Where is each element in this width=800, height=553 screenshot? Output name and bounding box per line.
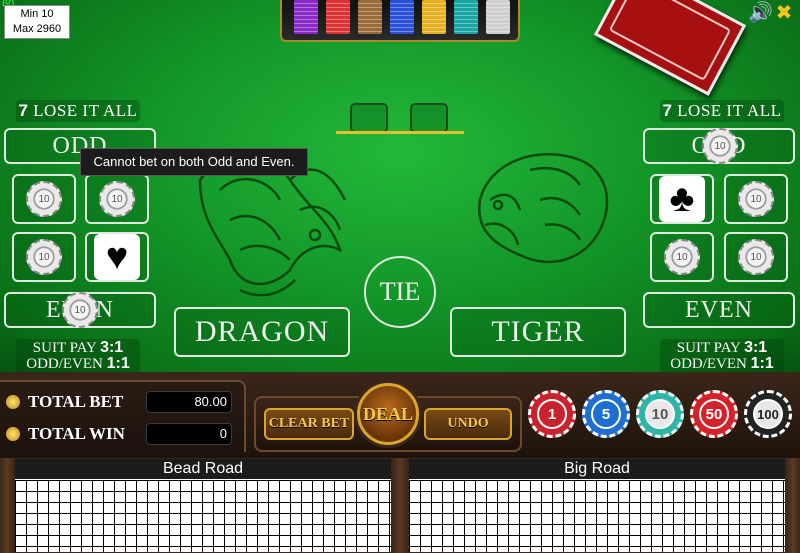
chip-stack: [390, 0, 414, 34]
coin-icon: [6, 395, 20, 409]
placed-chip: 10: [26, 239, 62, 275]
big-road-title: Big Road: [409, 459, 785, 479]
game-table: 60 Min 10 Max 2960 🔊 ✖: [0, 0, 800, 380]
odd-even-pay-label: ODD/EVEN: [26, 356, 103, 372]
payout-info-left: SUIT PAY 3:1 ODD/EVEN 1:1: [16, 339, 140, 373]
even-bet-right[interactable]: EVEN: [643, 292, 795, 328]
chip-stack: [358, 0, 382, 34]
placed-chip: 10: [62, 292, 98, 328]
dragon-label: DRAGON: [194, 315, 330, 348]
chip-stack: [486, 0, 510, 34]
suit-pay-label: SUIT PAY: [676, 340, 741, 356]
bead-road-title: Bead Road: [15, 459, 391, 479]
placed-chip: 10: [702, 128, 738, 164]
lose-all-label: LOSE IT ALL: [677, 101, 782, 120]
wood-frame: [392, 458, 408, 553]
payout-info-right: SUIT PAY 3:1 ODD/EVEN 1:1: [660, 339, 784, 373]
speaker-icon[interactable]: 🔊: [748, 1, 773, 25]
heart-icon: ♥: [94, 234, 140, 280]
suit-bet-club[interactable]: ♣: [650, 174, 714, 224]
chip-stack: [294, 0, 318, 34]
chip-5-button[interactable]: 5: [582, 390, 630, 438]
chip-tray: [280, 0, 520, 42]
tiger-label: TIGER: [491, 315, 585, 348]
odd-even-pay-value: 1:1: [106, 355, 130, 372]
even-label: EVEN: [685, 297, 753, 323]
chip-stack: [454, 0, 478, 34]
total-bet-label: TOTAL BET: [4, 390, 144, 414]
undo-button[interactable]: UNDO: [424, 408, 512, 440]
bead-road: Bead Road: [14, 458, 392, 553]
total-win-label: TOTAL WIN: [4, 422, 144, 446]
clear-bet-button[interactable]: CLEAR BET: [264, 408, 354, 440]
slot-rail: [336, 131, 464, 134]
wood-frame: [786, 458, 800, 553]
chip-50-button[interactable]: 50: [690, 390, 738, 438]
lose-all-left[interactable]: 7 LOSE IT ALL: [16, 100, 140, 122]
placed-chip: 10: [738, 239, 774, 275]
chip-stack: [326, 0, 350, 34]
coin-icon: [6, 427, 20, 441]
suit-pay-value: 3:1: [744, 339, 768, 356]
min-limit: Min 10: [20, 8, 54, 20]
total-win-value: 0: [146, 423, 232, 445]
placed-chip: 10: [99, 181, 135, 217]
suit-pay-value: 3:1: [100, 339, 124, 356]
bet-limits: Min 10 Max 2960: [4, 5, 70, 39]
chip-10-button[interactable]: 10: [636, 390, 684, 438]
card-deck: [593, 0, 747, 96]
tie-bet[interactable]: TIE: [364, 256, 436, 328]
close-icon[interactable]: ✖: [772, 1, 796, 25]
lose-all-number: 7: [662, 101, 673, 120]
lose-all-right[interactable]: 7 LOSE IT ALL: [660, 100, 784, 122]
wood-frame: [0, 458, 14, 553]
placed-chip: 10: [664, 239, 700, 275]
odd-even-pay-value: 1:1: [750, 355, 774, 372]
deal-button[interactable]: DEAL: [357, 383, 419, 445]
odd-even-pay-label: ODD/EVEN: [670, 356, 747, 372]
placed-chip: 10: [26, 181, 62, 217]
total-bet-value: 80.00: [146, 391, 232, 413]
tiger-card-slot: [410, 103, 448, 133]
tie-label: TIE: [379, 277, 421, 306]
totals-panel: TOTAL BET 80.00 TOTAL WIN 0: [0, 380, 246, 452]
tooltip: Cannot bet on both Odd and Even.: [80, 148, 308, 176]
lose-all-number: 7: [18, 101, 29, 120]
dragon-card-slot: [350, 103, 388, 133]
max-limit: Max 2960: [12, 23, 62, 35]
big-road: Big Road: [408, 458, 786, 553]
suit-bet-heart[interactable]: ♥: [85, 232, 149, 282]
bead-road-grid: [15, 480, 391, 552]
chip-100-button[interactable]: 100: [744, 390, 792, 438]
lose-all-label: LOSE IT ALL: [33, 101, 138, 120]
big-road-grid: [409, 480, 785, 552]
dragon-bet[interactable]: DRAGON: [174, 307, 350, 357]
club-icon: ♣: [659, 176, 705, 222]
chip-1-button[interactable]: 1: [528, 390, 576, 438]
tiger-bet[interactable]: TIGER: [450, 307, 626, 357]
suit-pay-label: SUIT PAY: [32, 340, 97, 356]
chip-stack: [422, 0, 446, 34]
placed-chip: 10: [738, 181, 774, 217]
tiger-artwork: [477, 153, 609, 264]
